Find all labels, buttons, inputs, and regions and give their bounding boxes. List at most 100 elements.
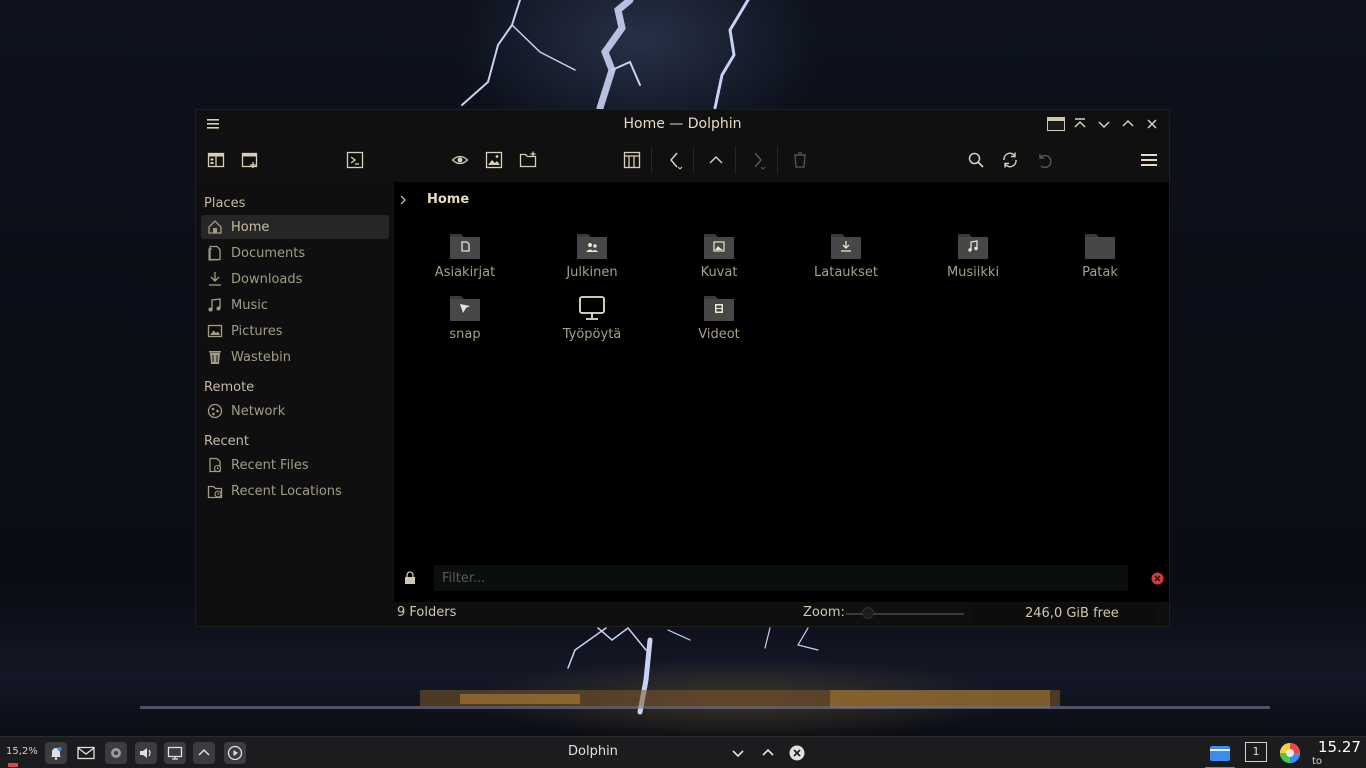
folder-item[interactable]: Patak: [1045, 231, 1155, 287]
close-circle-icon: [789, 745, 805, 761]
preview-button[interactable]: [448, 148, 472, 172]
close-button[interactable]: [1143, 114, 1161, 134]
split-view-icon: [207, 152, 225, 168]
folder-music-icon: [958, 234, 988, 259]
volume-button[interactable]: [135, 742, 157, 764]
forward-button[interactable]: [746, 148, 770, 172]
reload-button[interactable]: [998, 148, 1022, 172]
file-view: Home Asiakirjat Julkinen Kuvat Lataukset…: [394, 182, 1169, 626]
system-tray-expand-button[interactable]: [193, 742, 215, 764]
hamburger-menu-icon: [1141, 154, 1157, 166]
sidebar-item-documents[interactable]: Documents: [201, 241, 389, 265]
sidebar-item-downloads[interactable]: Downloads: [201, 267, 389, 291]
active-task-title[interactable]: Dolphin: [568, 744, 618, 759]
maximize-button[interactable]: [1119, 114, 1137, 134]
folder-item[interactable]: Julkinen: [537, 231, 647, 287]
folder-name: Lataukset: [814, 265, 878, 280]
clear-filter-icon[interactable]: [1151, 572, 1164, 585]
search-button[interactable]: [964, 148, 988, 172]
window-titlebar[interactable]: Home — Dolphin: [196, 110, 1169, 138]
minimize-button[interactable]: [1095, 114, 1113, 134]
show-images-button[interactable]: [482, 148, 506, 172]
show-desktop-button[interactable]: [164, 742, 186, 764]
clock-time[interactable]: 15.27: [1318, 738, 1361, 756]
mail-button[interactable]: [75, 742, 97, 764]
main-toolbar: [196, 138, 1169, 182]
settings-button[interactable]: [105, 742, 127, 764]
toolbar-separator: [735, 146, 736, 174]
zoom-slider-handle[interactable]: [861, 607, 874, 619]
task-close-button[interactable]: [786, 742, 808, 764]
task-maximize-button[interactable]: [757, 742, 779, 764]
sidebar-item-recent-locations[interactable]: Recent Locations: [201, 479, 389, 503]
taskbar: 15,2% Dolphin 1 15.27 to 2.2.2023: [0, 736, 1366, 768]
breadcrumb-current[interactable]: Home: [427, 192, 469, 207]
up-button[interactable]: [704, 148, 728, 172]
desktop-icon: [579, 296, 605, 320]
folder-item[interactable]: Kuvat: [664, 231, 774, 287]
sidebar-item-wastebin[interactable]: Wastebin: [201, 345, 389, 369]
main-menu-button[interactable]: [1137, 148, 1161, 172]
terminal-button[interactable]: [343, 148, 367, 172]
folder-downloads-icon: [831, 234, 861, 259]
folder-name: Kuvat: [700, 265, 738, 280]
sidebar-item-network[interactable]: Network: [201, 399, 389, 423]
chevron-right-icon[interactable]: [398, 193, 408, 207]
image-icon: [485, 151, 503, 169]
monitor-icon: [167, 746, 183, 760]
cpu-usage-bar: [8, 763, 18, 767]
shade-button[interactable]: [1071, 114, 1089, 134]
task-minimize-button[interactable]: [727, 742, 749, 764]
folder-item[interactable]: Videot: [664, 293, 774, 349]
sidebar-item-recent-files[interactable]: Recent Files: [201, 453, 389, 477]
new-tab-button[interactable]: [238, 148, 262, 172]
folder-item[interactable]: Asiakirjat: [410, 231, 520, 287]
app-launcher-button[interactable]: [1279, 742, 1301, 764]
sidebar-item-label: Music: [231, 297, 268, 313]
close-icon: [1147, 119, 1157, 129]
toolbar-separator: [693, 146, 694, 174]
virtual-desktop-pager[interactable]: 1: [1245, 742, 1267, 762]
filter-input[interactable]: [434, 565, 1128, 591]
recent-files-icon: [206, 456, 224, 474]
eye-icon: [451, 155, 469, 165]
panels-button[interactable]: [620, 148, 644, 172]
split-view-button[interactable]: [204, 148, 228, 172]
folder-name: Asiakirjat: [434, 265, 496, 280]
folder-item[interactable]: snap: [410, 293, 520, 349]
back-button[interactable]: [663, 148, 687, 172]
lock-icon[interactable]: [404, 571, 416, 585]
sidebar-item-label: Documents: [231, 245, 306, 261]
new-folder-button[interactable]: [516, 148, 540, 172]
chevron-down-icon: [1098, 121, 1110, 129]
folder-name: snap: [449, 327, 481, 342]
section-title-remote: Remote: [204, 380, 255, 395]
clock-date[interactable]: to 2.2.2023: [1312, 756, 1366, 768]
folder-item[interactable]: Lataukset: [791, 231, 901, 287]
sidebar-item-music[interactable]: Music: [201, 293, 389, 317]
taskbar-dolphin-task[interactable]: [1205, 737, 1235, 768]
delete-button[interactable]: [788, 148, 812, 172]
folder-name: Julkinen: [566, 265, 618, 280]
media-player-button[interactable]: [224, 742, 246, 764]
chevron-up-bar-icon: [1074, 118, 1086, 128]
sidebar-item-label: Downloads: [231, 271, 303, 287]
undo-button[interactable]: [1032, 148, 1056, 172]
folder-item[interactable]: Musiikki: [918, 231, 1028, 287]
arrow-up-icon: [709, 155, 723, 164]
sidebar-item-pictures[interactable]: Pictures: [201, 319, 389, 343]
folder-public-icon: [577, 234, 607, 259]
chevron-down-icon: [732, 750, 744, 758]
network-icon: [206, 402, 224, 420]
sidebar-item-home[interactable]: Home: [201, 215, 389, 239]
section-title-places: Places: [204, 196, 246, 211]
folder-item[interactable]: Työpöytä: [537, 293, 647, 349]
notifications-button[interactable]: [45, 742, 67, 764]
new-folder-icon: [519, 151, 537, 168]
folder-snap-icon: [450, 296, 480, 321]
keep-above-button[interactable]: [1047, 114, 1065, 134]
image-icon: [206, 322, 224, 340]
free-space-label: 246,0 GiB free: [1025, 606, 1119, 621]
zoom-label: Zoom:: [803, 605, 845, 620]
undo-icon: [1039, 154, 1052, 169]
